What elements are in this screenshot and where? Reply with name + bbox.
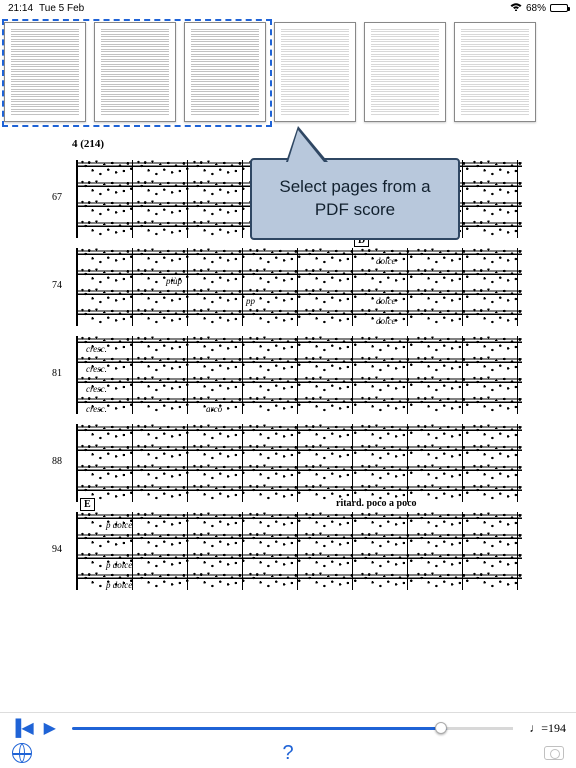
page-thumbnail[interactable]	[274, 22, 356, 122]
skip-start-button[interactable]: ▐◀	[10, 718, 34, 738]
status-bar: 21:14 Tue 5 Feb 68%	[0, 0, 576, 16]
score-system: 88	[76, 424, 522, 502]
status-time: 21:14	[8, 3, 33, 14]
play-button[interactable]: ▶	[44, 718, 56, 738]
page-thumbnail[interactable]	[4, 22, 86, 122]
tempo-directive: ritard. poco a poco	[336, 498, 417, 509]
hint-callout: Select pages from a PDF score	[250, 158, 460, 240]
battery-percent: 68%	[526, 3, 546, 14]
slider-thumb[interactable]	[435, 722, 447, 734]
measure-number: 94	[52, 544, 62, 555]
page-thumbnail[interactable]	[94, 22, 176, 122]
tempo-indicator[interactable]: ♩=194	[529, 721, 566, 736]
measure-number: 74	[52, 280, 62, 291]
measure-number: 67	[52, 192, 62, 203]
playback-slider[interactable]	[72, 727, 513, 730]
score-system: 94 E ritard. poco a poco p dolce p dolce…	[76, 512, 522, 590]
bottom-toolbar: ▐◀ ▶ ♩=194 ?	[0, 712, 576, 768]
score-system: 74 D dolce piùp pp dolce dolce	[76, 248, 522, 326]
page-thumbnail-strip[interactable]	[0, 16, 576, 126]
page-thumbnail[interactable]	[364, 22, 446, 122]
measure-number: 81	[52, 368, 62, 379]
globe-icon[interactable]	[12, 743, 32, 763]
hint-text: Select pages from a PDF score	[279, 177, 430, 219]
help-button[interactable]: ?	[282, 742, 293, 765]
page-thumbnail[interactable]	[454, 22, 536, 122]
score-system: 81 cresc. cresc. cresc. cresc. arco	[76, 336, 522, 414]
battery-icon	[550, 4, 568, 12]
wifi-icon	[510, 3, 522, 14]
status-date: Tue 5 Feb	[39, 3, 84, 14]
measure-number: 88	[52, 456, 62, 467]
rehearsal-mark: E	[80, 498, 95, 511]
camera-icon[interactable]	[544, 746, 564, 760]
page-thumbnail[interactable]	[184, 22, 266, 122]
